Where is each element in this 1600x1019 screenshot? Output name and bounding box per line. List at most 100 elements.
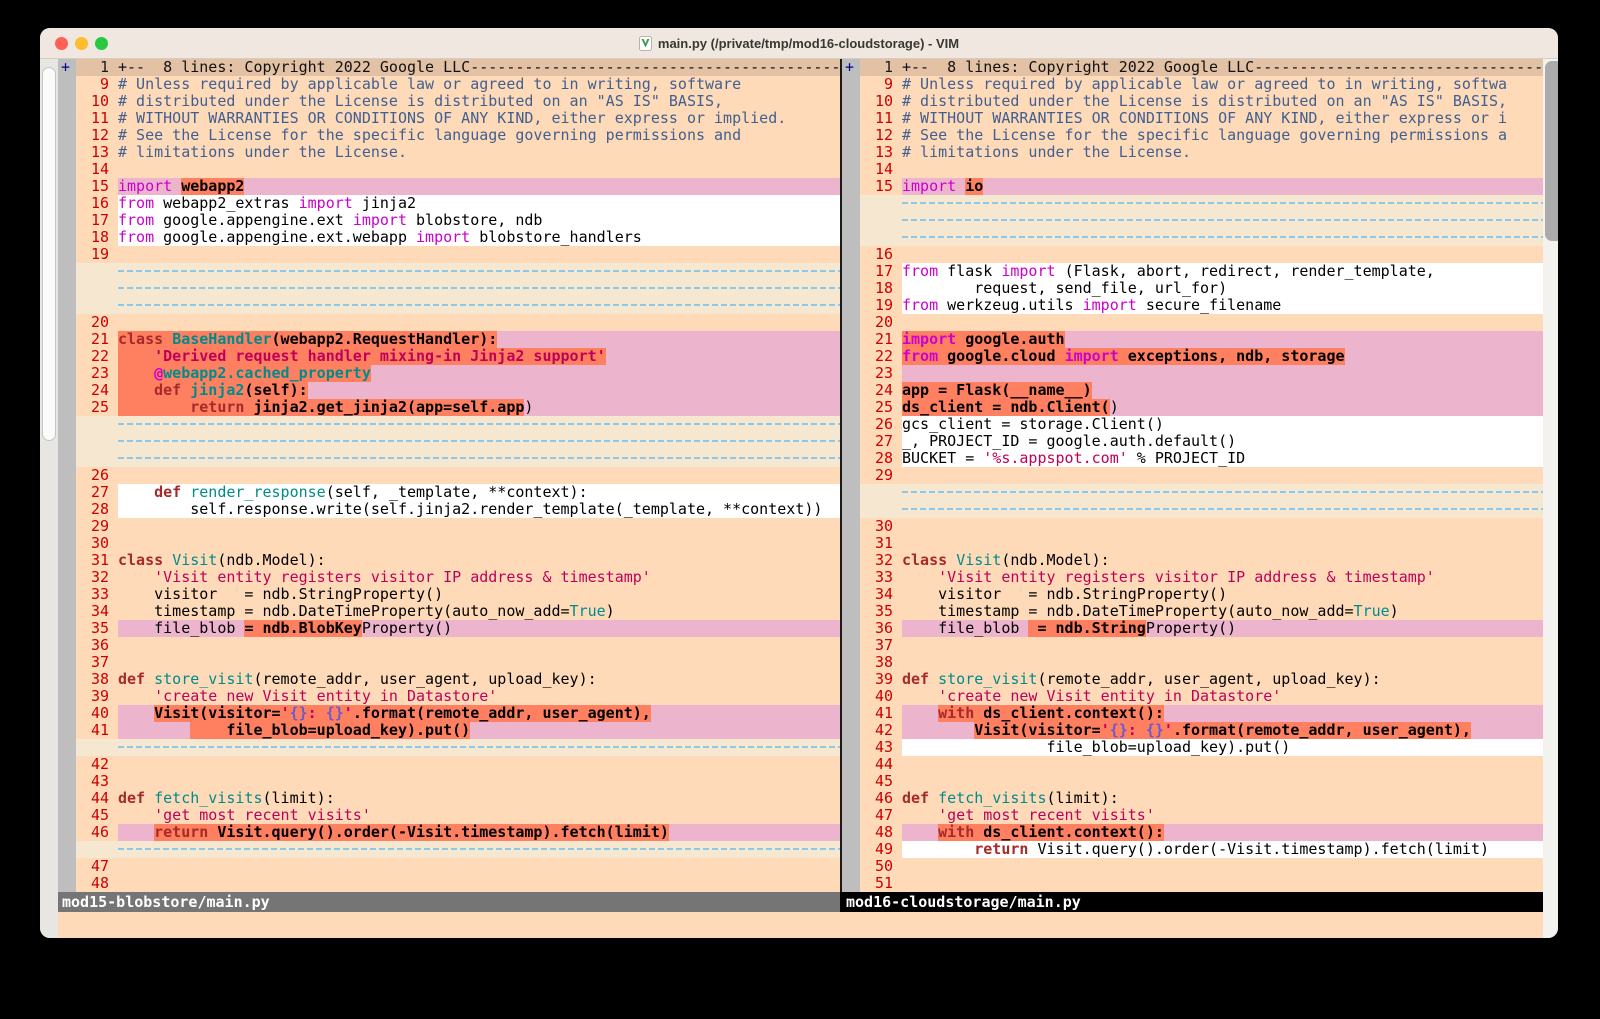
code-line: 24 def jinja2(self): xyxy=(58,382,840,399)
code-text: def fetch_visits(limit): xyxy=(118,790,840,807)
filler-dashes xyxy=(118,297,840,314)
line-number: 10 xyxy=(76,93,118,110)
line-number: 14 xyxy=(860,161,902,178)
fold-column xyxy=(58,603,76,620)
code-line: 18from google.appengine.ext.webapp impor… xyxy=(58,229,840,246)
line-number xyxy=(860,195,902,212)
line-number: 34 xyxy=(76,603,118,620)
code-line: 43 file_blob=upload_key).put() xyxy=(842,739,1543,756)
code-line: 47 'get most recent visits' xyxy=(842,807,1543,824)
line-number: 30 xyxy=(76,535,118,552)
fold-column xyxy=(842,433,860,450)
line-number: 24 xyxy=(76,382,118,399)
fold-column xyxy=(842,535,860,552)
code-text xyxy=(118,773,840,790)
fold-column xyxy=(58,773,76,790)
line-number: 47 xyxy=(860,807,902,824)
scrollbar-thumb-right[interactable] xyxy=(1545,61,1558,241)
code-line: 30 xyxy=(58,535,840,552)
fold-column xyxy=(842,620,860,637)
fold-column xyxy=(58,552,76,569)
editor-pane-left[interactable]: +1+-- 8 lines: Copyright 2022 Google LLC… xyxy=(58,59,840,892)
fold-column xyxy=(842,348,860,365)
line-number: 28 xyxy=(860,450,902,467)
filler-dashes xyxy=(118,416,840,433)
fold-column xyxy=(58,382,76,399)
line-number xyxy=(860,484,902,501)
fold-column xyxy=(842,773,860,790)
code-text xyxy=(902,637,1543,654)
scrollbar-right[interactable] xyxy=(1543,59,1558,938)
fold-column xyxy=(58,807,76,824)
fold-column xyxy=(842,824,860,841)
code-text xyxy=(902,756,1543,773)
line-number: 50 xyxy=(860,858,902,875)
line-number: 42 xyxy=(860,722,902,739)
code-line: 18 request, send_file, url_for) xyxy=(842,280,1543,297)
code-text xyxy=(902,654,1543,671)
code-text xyxy=(902,161,1543,178)
line-number: 35 xyxy=(76,620,118,637)
code-text xyxy=(118,654,840,671)
editor-pane-right[interactable]: +1+-- 8 lines: Copyright 2022 Google LLC… xyxy=(842,59,1543,892)
close-button[interactable] xyxy=(55,37,68,50)
minimize-button[interactable] xyxy=(75,37,88,50)
code-line: 29 xyxy=(58,518,840,535)
line-number: 14 xyxy=(76,161,118,178)
code-line: 14 xyxy=(58,161,840,178)
code-line: 38 xyxy=(842,654,1543,671)
fold-plus-indicator[interactable]: + xyxy=(842,59,860,76)
fold-plus-indicator[interactable]: + xyxy=(58,59,76,76)
code-text: # limitations under the License. xyxy=(118,144,840,161)
code-line: 33 visitor = ndb.StringProperty() xyxy=(58,586,840,603)
code-text: import google.auth xyxy=(902,331,1543,348)
code-line: 46 return Visit.query().order(-Visit.tim… xyxy=(58,824,840,841)
code-text xyxy=(902,467,1543,484)
diff-filler-line xyxy=(58,433,840,450)
line-number: 18 xyxy=(860,280,902,297)
line-number: 13 xyxy=(76,144,118,161)
code-line: 41 with ds_client.context(): xyxy=(842,705,1543,722)
fold-column xyxy=(58,229,76,246)
scrollbar-thumb-left[interactable] xyxy=(42,67,56,441)
code-line: 39def store_visit(remote_addr, user_agen… xyxy=(842,671,1543,688)
code-text xyxy=(118,314,840,331)
line-number: 31 xyxy=(860,535,902,552)
code-line: 23 xyxy=(842,365,1543,382)
line-number xyxy=(860,212,902,229)
scrollbar-left[interactable] xyxy=(40,59,58,938)
fold-column xyxy=(58,297,76,314)
code-text: def store_visit(remote_addr, user_agent,… xyxy=(902,671,1543,688)
line-number: 23 xyxy=(860,365,902,382)
line-number: 27 xyxy=(860,433,902,450)
line-number: 38 xyxy=(76,671,118,688)
fold-column xyxy=(842,212,860,229)
code-text: from werkzeug.utils import secure_filena… xyxy=(902,297,1543,314)
fold-column xyxy=(58,127,76,144)
line-number: 26 xyxy=(860,416,902,433)
zoom-button[interactable] xyxy=(95,37,108,50)
line-number: 21 xyxy=(76,331,118,348)
fold-column xyxy=(842,518,860,535)
vim-file-icon xyxy=(639,36,652,51)
line-number: 15 xyxy=(76,178,118,195)
line-number: 11 xyxy=(76,110,118,127)
line-number: 15 xyxy=(860,178,902,195)
code-text: from flask import (Flask, abort, redirec… xyxy=(902,263,1543,280)
line-number: 16 xyxy=(76,195,118,212)
code-line: 27 def render_response(self, _template, … xyxy=(58,484,840,501)
line-number: 40 xyxy=(860,688,902,705)
code-text: @webapp2.cached_property xyxy=(118,365,840,382)
line-number: 49 xyxy=(860,841,902,858)
code-line: 44def fetch_visits(limit): xyxy=(58,790,840,807)
code-line: 24app = Flask(__name__) xyxy=(842,382,1543,399)
code-line: 36 xyxy=(58,637,840,654)
code-text: from google.appengine.ext.webapp import … xyxy=(118,229,840,246)
code-text: # Unless required by applicable law or a… xyxy=(118,76,840,93)
fold-column xyxy=(58,195,76,212)
code-line: 13# limitations under the License. xyxy=(842,144,1543,161)
code-text xyxy=(902,875,1543,892)
code-line: 40 Visit(visitor='{}: {}'.format(remote_… xyxy=(58,705,840,722)
code-line: 28BUCKET = '%s.appspot.com' % PROJECT_ID xyxy=(842,450,1543,467)
line-number: 19 xyxy=(76,246,118,263)
